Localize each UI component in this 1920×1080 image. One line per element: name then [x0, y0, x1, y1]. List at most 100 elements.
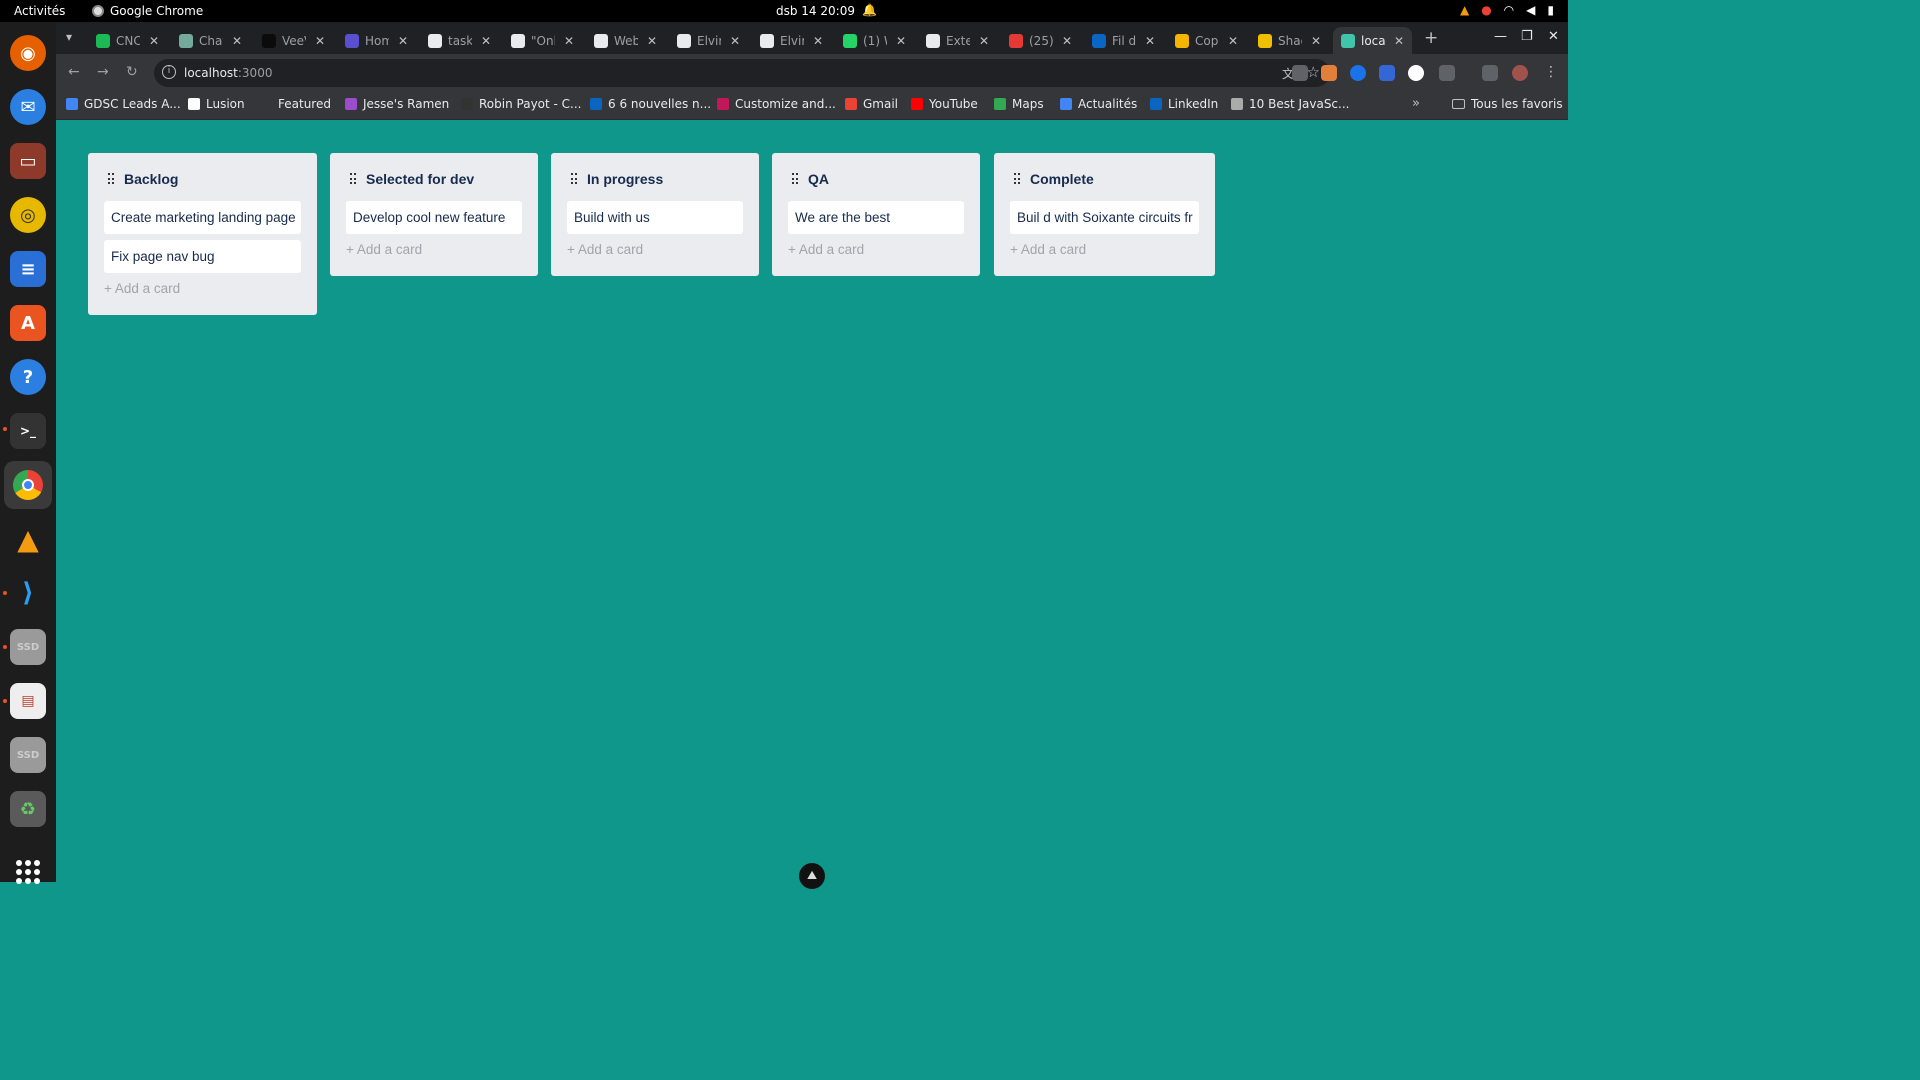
list-header[interactable]: Backlog [104, 169, 301, 189]
thunderbird-icon[interactable]: ✉ [10, 89, 46, 125]
download-icon[interactable] [1292, 65, 1308, 81]
writer-icon[interactable]: ≡ [10, 251, 46, 287]
browser-tab[interactable]: Elvir ✕ [752, 27, 831, 54]
extension-blue-icon[interactable] [1350, 65, 1366, 81]
list-header[interactable]: In progress [567, 169, 743, 189]
task-card[interactable]: We are the best [788, 201, 964, 234]
side-panel-icon[interactable] [1482, 65, 1498, 81]
wifi-icon[interactable]: ◠ [1504, 3, 1514, 17]
bookmark-item[interactable]: Lusion [188, 97, 245, 111]
extension-v-icon[interactable] [1408, 65, 1424, 81]
task-card[interactable]: Build with us [567, 201, 743, 234]
drag-handle-icon[interactable] [792, 173, 798, 185]
ssd-drive-icon-2[interactable]: SSD [10, 737, 46, 773]
task-card[interactable]: Fix page nav bug [104, 240, 301, 273]
files-icon[interactable]: ▭ [10, 143, 46, 179]
close-tab-icon[interactable]: ✕ [896, 34, 906, 48]
activities-button[interactable]: Activités [14, 4, 65, 18]
close-tab-icon[interactable]: ✕ [979, 34, 989, 48]
browser-tab[interactable]: CNC ✕ [88, 27, 167, 54]
browser-tab[interactable]: Exte ✕ [918, 27, 997, 54]
close-tab-icon[interactable]: ✕ [1228, 34, 1238, 48]
browser-tab[interactable]: Shac ✕ [1250, 27, 1329, 54]
extension-pen-icon[interactable] [1321, 65, 1337, 81]
nuxt-devtools-icon[interactable]: ⛰ [799, 863, 825, 889]
forward-icon[interactable]: → [97, 64, 109, 80]
close-tab-icon[interactable]: ✕ [1394, 34, 1404, 48]
browser-tab[interactable]: Hom ✕ [337, 27, 416, 54]
close-tab-icon[interactable]: ✕ [564, 34, 574, 48]
system-tray[interactable]: ▲ ● ◠ ◀ ▮ [1460, 3, 1554, 17]
extension-translate-icon[interactable] [1379, 65, 1395, 81]
vlc-tray-icon[interactable]: ▲ [1460, 3, 1469, 17]
browser-tab[interactable]: Elvir ✕ [669, 27, 748, 54]
browser-tab[interactable]: "Onl ✕ [503, 27, 582, 54]
bookmark-item[interactable]: Robin Payot - C... [461, 97, 582, 111]
add-card-button[interactable]: + Add a card [1010, 240, 1199, 260]
list-header[interactable]: Complete [1010, 169, 1199, 189]
close-tab-icon[interactable]: ✕ [1311, 34, 1321, 48]
volume-icon[interactable]: ◀ [1526, 3, 1535, 17]
browser-tab[interactable]: Web ✕ [586, 27, 665, 54]
drag-handle-icon[interactable] [571, 173, 577, 185]
show-apps-icon[interactable] [16, 860, 40, 884]
bookmark-item[interactable]: Customize and... [717, 97, 836, 111]
notification-bell-icon[interactable]: 🔔 [862, 3, 877, 17]
firefox-icon[interactable]: ◉ [10, 35, 46, 71]
profile-avatar[interactable] [1512, 65, 1528, 81]
all-bookmarks-button[interactable]: Tous les favoris [1452, 97, 1563, 111]
close-tab-icon[interactable]: ✕ [149, 34, 159, 48]
bookmark-item[interactable]: GDSC Leads A... [66, 97, 181, 111]
close-window-icon[interactable]: ✕ [1548, 29, 1559, 44]
add-card-button[interactable]: + Add a card [567, 240, 743, 260]
add-card-button[interactable]: + Add a card [104, 279, 301, 299]
address-bar[interactable]: i localhost:3000 文 ☆ [154, 59, 1330, 87]
close-tab-icon[interactable]: ✕ [813, 34, 823, 48]
bookmark-item[interactable]: LinkedIn [1150, 97, 1218, 111]
app-menu[interactable]: Google Chrome [92, 4, 203, 18]
drag-handle-icon[interactable] [350, 173, 356, 185]
chrome-menu-icon[interactable]: ⋮ [1544, 64, 1558, 80]
close-tab-icon[interactable]: ✕ [647, 34, 657, 48]
close-tab-icon[interactable]: ✕ [481, 34, 491, 48]
list-header[interactable]: Selected for dev [346, 169, 522, 189]
chrome-dock-icon[interactable] [4, 461, 52, 509]
ssd-drive-icon[interactable]: SSD [10, 629, 46, 665]
browser-tab[interactable]: Copi ✕ [1167, 27, 1246, 54]
close-tab-icon[interactable]: ✕ [398, 34, 408, 48]
browser-tab[interactable]: VeeV ✕ [254, 27, 333, 54]
chrome-tray-icon[interactable]: ● [1481, 3, 1491, 17]
task-card[interactable]: Buil d with Soixante circuits fr [1010, 201, 1199, 234]
minimize-icon[interactable]: — [1494, 29, 1507, 44]
browser-tab[interactable]: local ✕ [1333, 27, 1412, 54]
close-tab-icon[interactable]: ✕ [730, 34, 740, 48]
bookmark-item[interactable]: Jesse's Ramen [345, 97, 449, 111]
back-icon[interactable]: ← [68, 64, 80, 80]
browser-tab[interactable]: Chat ✕ [171, 27, 250, 54]
close-tab-icon[interactable]: ✕ [1145, 34, 1155, 48]
browser-tab[interactable]: task ✕ [420, 27, 499, 54]
drag-handle-icon[interactable] [1014, 173, 1020, 185]
bookmark-item[interactable]: 10 Best JavaSc... [1231, 97, 1349, 111]
url-text[interactable]: localhost:3000 [184, 66, 272, 80]
document-viewer-icon[interactable]: ▤ [10, 683, 46, 719]
terminal-icon[interactable]: >_ [10, 413, 46, 449]
site-info-icon[interactable]: i [162, 65, 176, 79]
browser-tab[interactable]: Fil d' ✕ [1084, 27, 1163, 54]
trash-icon[interactable]: ♻ [10, 791, 46, 827]
vscode-icon[interactable]: ⟩ [10, 575, 46, 611]
add-card-button[interactable]: + Add a card [346, 240, 522, 260]
bookmark-item[interactable]: Actualités [1060, 97, 1137, 111]
drag-handle-icon[interactable] [108, 173, 114, 185]
bookmark-item[interactable]: 6 6 nouvelles n... [590, 97, 711, 111]
rhythmbox-icon[interactable]: ◎ [10, 197, 46, 233]
software-center-icon[interactable]: A [10, 305, 46, 341]
help-icon[interactable]: ? [10, 359, 46, 395]
restore-icon[interactable]: ❐ [1521, 29, 1533, 44]
close-tab-icon[interactable]: ✕ [1062, 34, 1072, 48]
bookmark-item[interactable]: Maps [994, 97, 1044, 111]
close-tab-icon[interactable]: ✕ [232, 34, 242, 48]
task-card[interactable]: Create marketing landing page [104, 201, 301, 234]
extensions-puzzle-icon[interactable] [1439, 65, 1455, 81]
battery-icon[interactable]: ▮ [1547, 3, 1554, 17]
